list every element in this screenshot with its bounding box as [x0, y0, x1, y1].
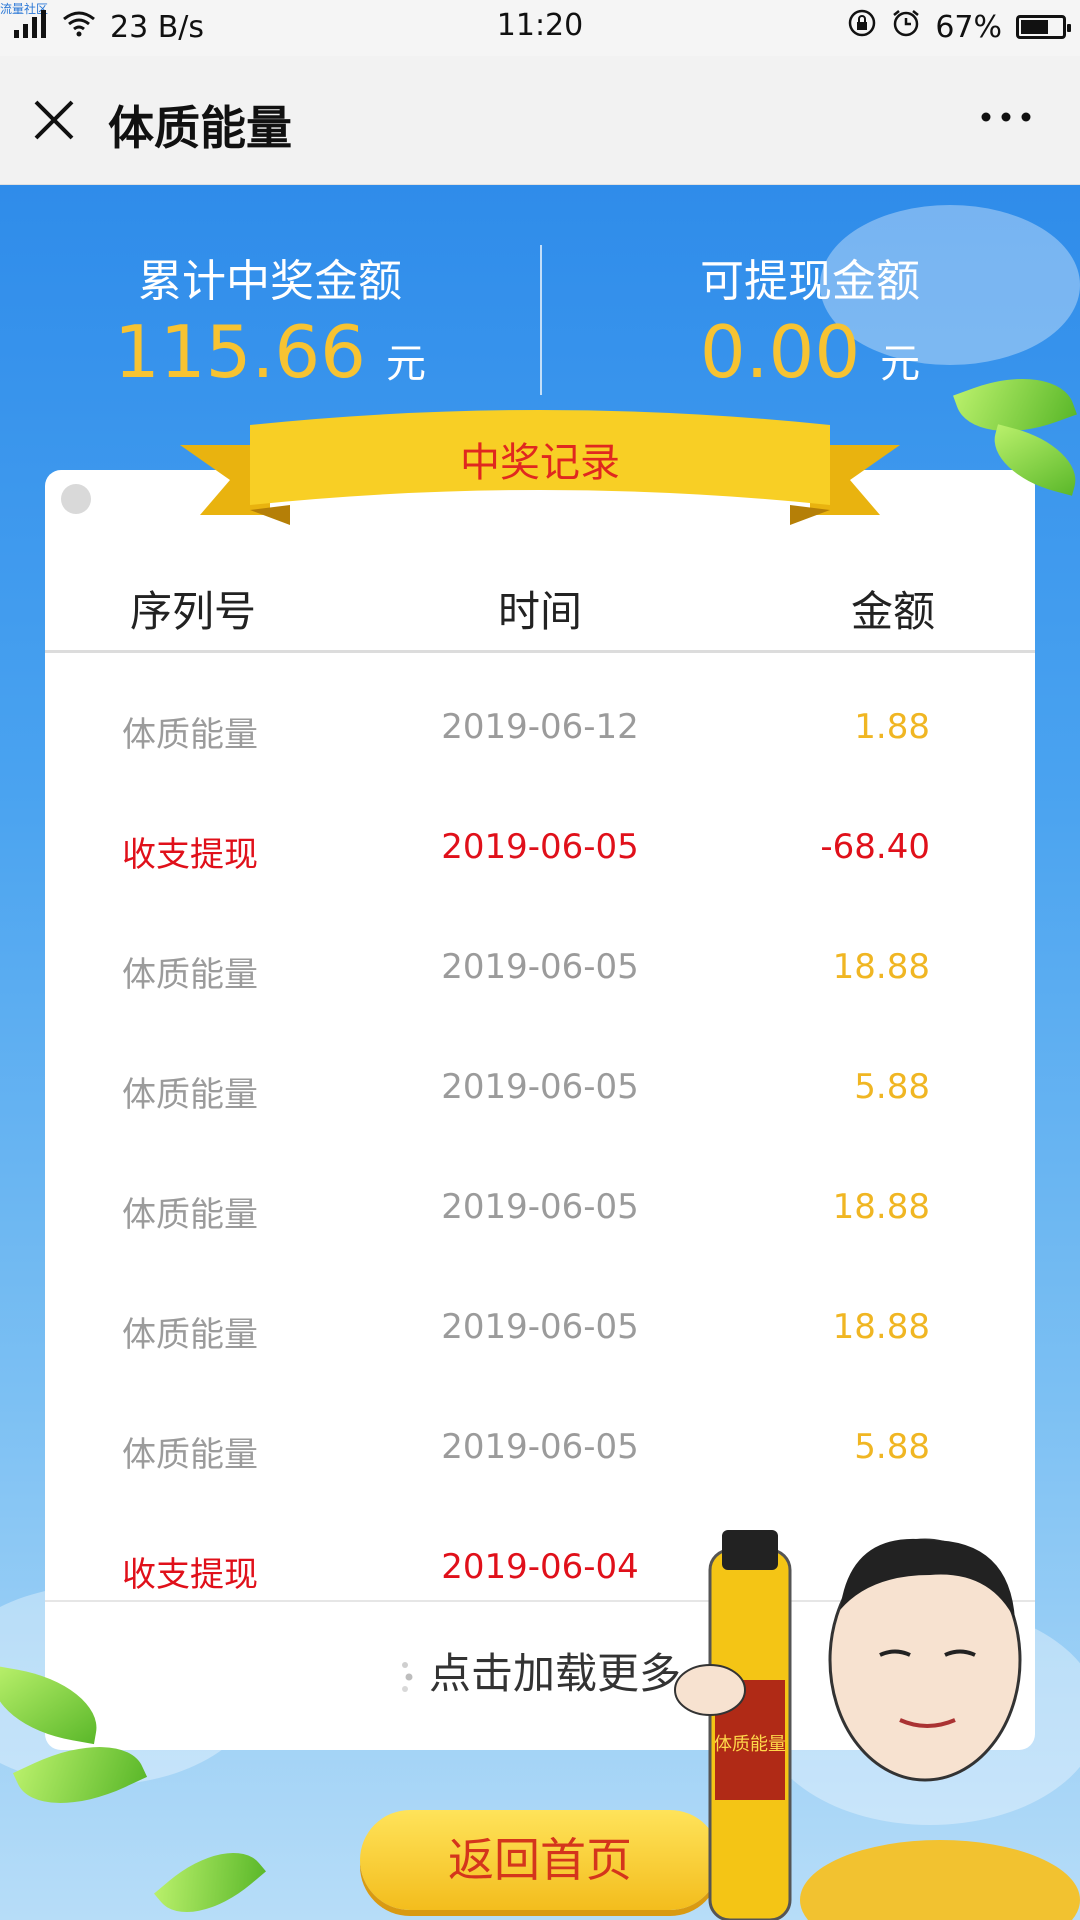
records-list[interactable]: 体质能量 2019-06-12 1.88 收支提现 2019-06-05 -68.40 体质… — [45, 655, 1035, 1593]
bottle-label: 体质能量 — [714, 1734, 786, 1755]
record-amount: 1.88 — [854, 707, 930, 747]
record-amount: 18.88 — [832, 947, 930, 987]
card-corner-dot — [61, 484, 91, 514]
record-amount: 5.88 — [854, 1427, 930, 1467]
total-value: 115.66 — [114, 310, 366, 394]
loading-spinner-icon — [399, 1657, 419, 1697]
more-icon[interactable] — [976, 102, 1036, 132]
table-row: 收支提现 2019-06-05 -68.40 — [45, 775, 1035, 895]
record-amount: 18.88 — [832, 1307, 930, 1347]
ribbon-title: 中奖记录 — [460, 440, 620, 486]
page-title: 体质能量 — [108, 101, 292, 155]
table-row: 体质能量 2019-06-05 5.88 — [45, 1375, 1035, 1495]
main-area: 累计中奖金额 115.66 元 可提现金额 0.00 元 序列号 时间 金额 体质能… — [0, 185, 1080, 1920]
mascot-illustration: 体质能量 — [670, 1520, 1080, 1920]
rotation-lock-icon — [847, 8, 877, 46]
withdraw-value: 0.00 — [699, 310, 861, 394]
record-amount: 18.88 — [832, 1187, 930, 1227]
total-unit: 元 — [385, 341, 426, 387]
record-amount: -68.40 — [820, 827, 930, 867]
header-amount: 金额 — [850, 587, 935, 636]
table-row: 体质能量 2019-06-05 18.88 — [45, 895, 1035, 1015]
battery-level — [1021, 20, 1048, 34]
back-home-button[interactable]: 返回首页 — [360, 1810, 720, 1910]
battery-icon — [1016, 15, 1071, 39]
table-row: 体质能量 2019-06-05 18.88 — [45, 1135, 1035, 1255]
load-more-label: 点击加载更多 — [428, 1649, 681, 1698]
table-row: 体质能量 2019-06-05 18.88 — [45, 1255, 1035, 1375]
table-row: 体质能量 2019-06-05 5.88 — [45, 1015, 1035, 1135]
withdraw-label: 可提现金额 — [700, 256, 920, 307]
nav-bar: 体质能量 — [0, 56, 1080, 185]
table-row: 体质能量 2019-06-12 1.88 — [45, 655, 1035, 775]
total-label: 累计中奖金额 — [138, 256, 402, 307]
status-right: 67% — [847, 8, 1071, 46]
record-amount: 5.88 — [854, 1067, 930, 1107]
battery-percent: 67% — [935, 9, 1002, 45]
table-header: 序列号 时间 金额 — [45, 550, 1035, 653]
summary-panel: 累计中奖金额 115.66 元 可提现金额 0.00 元 — [0, 185, 1080, 405]
status-bar: 流量社区 23 B/s 11:20 67% — [0, 0, 1080, 56]
total-value-row: 115.66 元 — [0, 310, 540, 394]
withdraw-unit: 元 — [880, 341, 921, 387]
close-icon[interactable] — [30, 96, 78, 144]
leaf-decoration — [154, 1829, 266, 1920]
alarm-icon — [891, 8, 921, 46]
